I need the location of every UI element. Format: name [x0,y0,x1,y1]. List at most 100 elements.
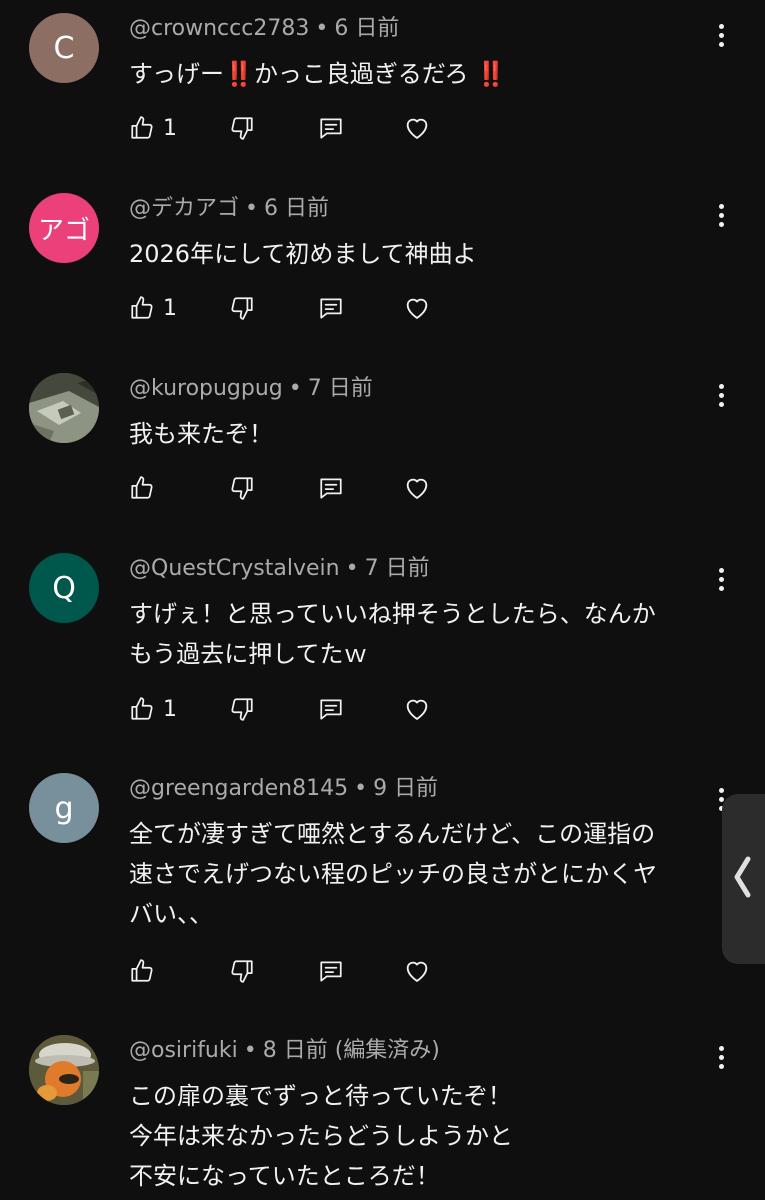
comment-text: 2026年にして初めまして神曲よ [129,234,729,274]
like-button[interactable] [129,471,155,505]
dislike-button[interactable] [229,692,255,726]
thumbs-down-icon [229,115,255,141]
author-handle[interactable]: @kuropugpug [129,376,283,401]
comment-line: 今年は来なかったらどうしようかと [129,1122,513,1150]
dislike-button[interactable] [229,954,255,988]
heart-icon [402,474,432,502]
dislike-button[interactable] [229,291,255,325]
reply-icon [317,115,345,141]
comment-line: 我も来たぞ！ [129,420,273,448]
like-count: 1 [163,696,177,722]
thumbs-down-icon [229,295,255,321]
author-handle[interactable]: @crownccc2783 [129,16,309,41]
author-handle[interactable]: @greengarden8145 [129,776,348,801]
comment-actions: 1 [129,291,449,325]
heart-button[interactable] [402,954,432,988]
more-vert-icon[interactable] [709,378,733,412]
comment-line: 全てが凄すぎて唖然とするんだけど、この運指の [129,820,656,848]
comment-time: 6 日前 [334,16,400,41]
double-exclamation-emoji: ‼️ [224,60,254,88]
comment-text: 我も来たぞ！ [129,414,729,454]
comment-text: すげぇ！と思っていいね押そうとしたら、なんか もう過去に押してたｗ [129,594,729,674]
thumbs-up-icon [129,696,155,722]
meta-separator: • [243,1038,257,1063]
avatar[interactable]: C [29,13,99,83]
more-vert-icon[interactable] [709,18,733,52]
reply-icon [317,696,345,722]
thumbs-down-icon [229,958,255,984]
reply-button[interactable] [317,471,345,505]
reply-button[interactable] [317,291,345,325]
double-exclamation-emoji: ‼️ [476,60,507,88]
meta-separator: • [245,196,258,221]
like-button[interactable]: 1 [129,111,177,145]
avatar[interactable] [29,373,99,443]
like-button[interactable]: 1 [129,291,177,325]
comment-time: 9 日前 [373,776,439,801]
like-button[interactable]: 1 [129,692,177,726]
heart-icon [402,114,432,142]
meta-separator: • [315,16,329,41]
comment-line: 2026年にして初めまして神曲よ [129,240,477,268]
dislike-button[interactable] [229,471,255,505]
meta-separator: • [354,776,368,801]
like-count: 1 [163,115,177,141]
more-vert-icon[interactable] [709,1040,733,1074]
reply-button[interactable] [317,111,345,145]
comment-text: この扉の裏でずっと待っていたぞ！ 今年は来なかったらどうしようかと 不安になって… [129,1076,729,1196]
comment-text-part: かっこ良過ぎるだろ [253,60,477,88]
thumbs-down-icon [229,696,255,722]
heart-icon [402,695,432,723]
comment-meta: @デカアゴ • 6 日前 [129,195,329,223]
avatar[interactable] [29,1035,99,1105]
comment-meta: @osirifuki • 8 日前 (編集済み) [129,1037,440,1065]
comment-text: すっげー‼️かっこ良過ぎるだろ ‼️ [129,54,729,94]
author-handle[interactable]: @デカアゴ [129,196,239,221]
heart-button[interactable] [402,291,432,325]
comment-actions [129,471,449,505]
comment-line: この扉の裏でずっと待っていたぞ！ [129,1082,512,1110]
comment-time: 8 日前 (編集済み) [262,1038,440,1063]
comment-time: 7 日前 [307,376,373,401]
thumbs-down-icon [229,475,255,501]
avatar[interactable]: g [29,773,99,843]
comment-meta: @greengarden8145 • 9 日前 [129,775,438,803]
reply-icon [317,295,345,321]
comment-time: 7 日前 [364,556,430,581]
comment-text-part: すっげー [129,60,225,88]
thumbs-up-icon [129,295,155,321]
comment-text: 全てが凄すぎて唖然とするんだけど、この運指の 速さでえげつない程のピッチの良さが… [129,814,729,934]
comment-actions [129,954,449,988]
heart-button[interactable] [402,471,432,505]
comment-line: もう過去に押してたｗ [129,640,368,668]
heart-button[interactable] [402,111,432,145]
thumbs-up-icon [129,958,155,984]
dislike-button[interactable] [229,111,255,145]
comment-actions: 1 [129,111,449,145]
avatar[interactable]: アゴ [29,193,99,263]
comment-line: すげぇ！と思っていいね押そうとしたら、なんか [129,600,656,628]
side-panel-toggle[interactable] [722,794,765,964]
photo-avatar [29,373,99,443]
chevron-left-icon [732,855,754,903]
comment-actions: 1 [129,692,449,726]
thumbs-up-icon [129,115,155,141]
meta-separator: • [288,376,302,401]
heart-icon [402,957,432,985]
more-vert-icon[interactable] [709,198,733,232]
comment-line: バい、、 [129,900,213,928]
heart-button[interactable] [402,692,432,726]
more-vert-icon[interactable] [709,562,733,596]
author-handle[interactable]: @osirifuki [129,1038,238,1063]
author-handle[interactable]: @QuestCrystalvein [129,556,340,581]
comment-meta: @QuestCrystalvein • 7 日前 [129,555,430,583]
comment-meta: @kuropugpug • 7 日前 [129,375,373,403]
avatar[interactable]: Q [29,553,99,623]
like-button[interactable] [129,954,155,988]
reply-button[interactable] [317,692,345,726]
reply-button[interactable] [317,954,345,988]
photo-avatar [29,1035,99,1105]
comment-meta: @crownccc2783 • 6 日前 [129,15,399,43]
thumbs-up-icon [129,475,155,501]
like-count: 1 [163,295,177,321]
